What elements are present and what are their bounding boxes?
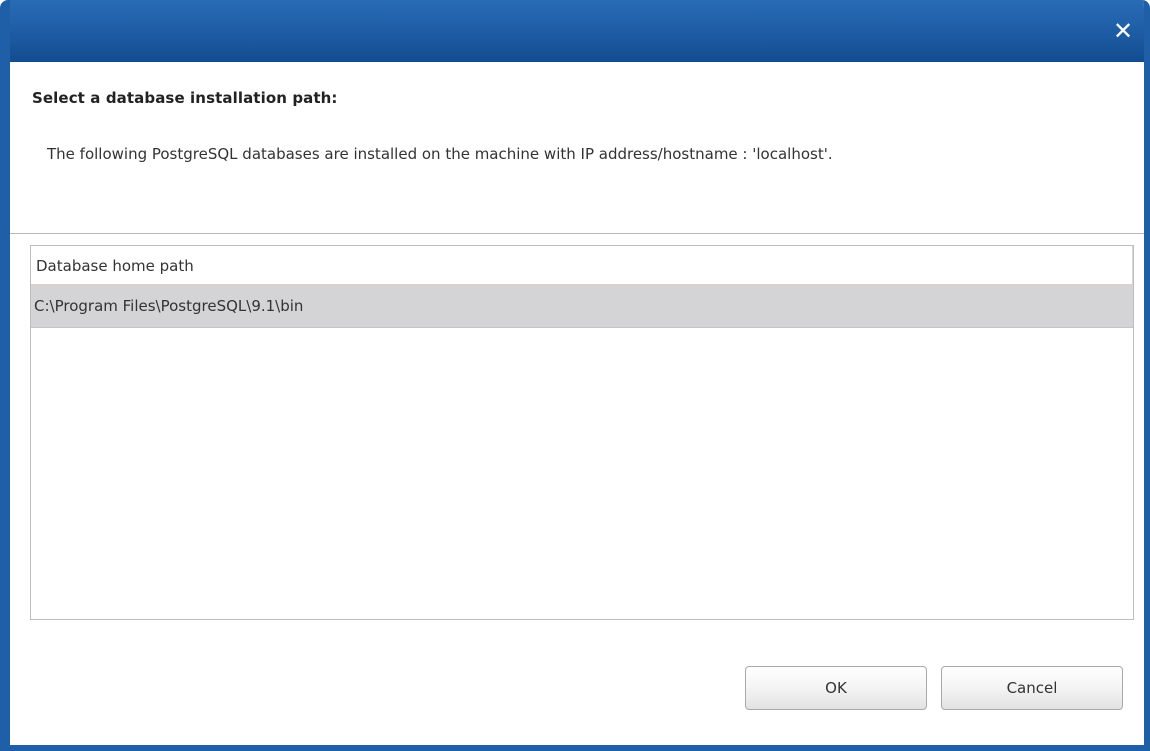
dialog-content: Select a database installation path: The… (10, 62, 1144, 745)
table-row[interactable]: C:\Program Files\PostgreSQL\9.1\bin (31, 286, 1133, 328)
dialog-description: The following PostgreSQL databases are i… (47, 145, 833, 163)
database-path-dialog: ✕ Select a database installation path: T… (0, 0, 1150, 751)
divider (10, 233, 1144, 234)
dialog-titlebar[interactable]: ✕ (10, 0, 1144, 62)
cancel-button[interactable]: Cancel (941, 666, 1123, 710)
dialog-heading: Select a database installation path: (32, 89, 338, 107)
database-path-table: Database home path C:\Program Files\Post… (30, 245, 1134, 620)
close-icon[interactable]: ✕ (1110, 18, 1136, 44)
column-header-database-home-path[interactable]: Database home path (31, 246, 1133, 286)
ok-button[interactable]: OK (745, 666, 927, 710)
